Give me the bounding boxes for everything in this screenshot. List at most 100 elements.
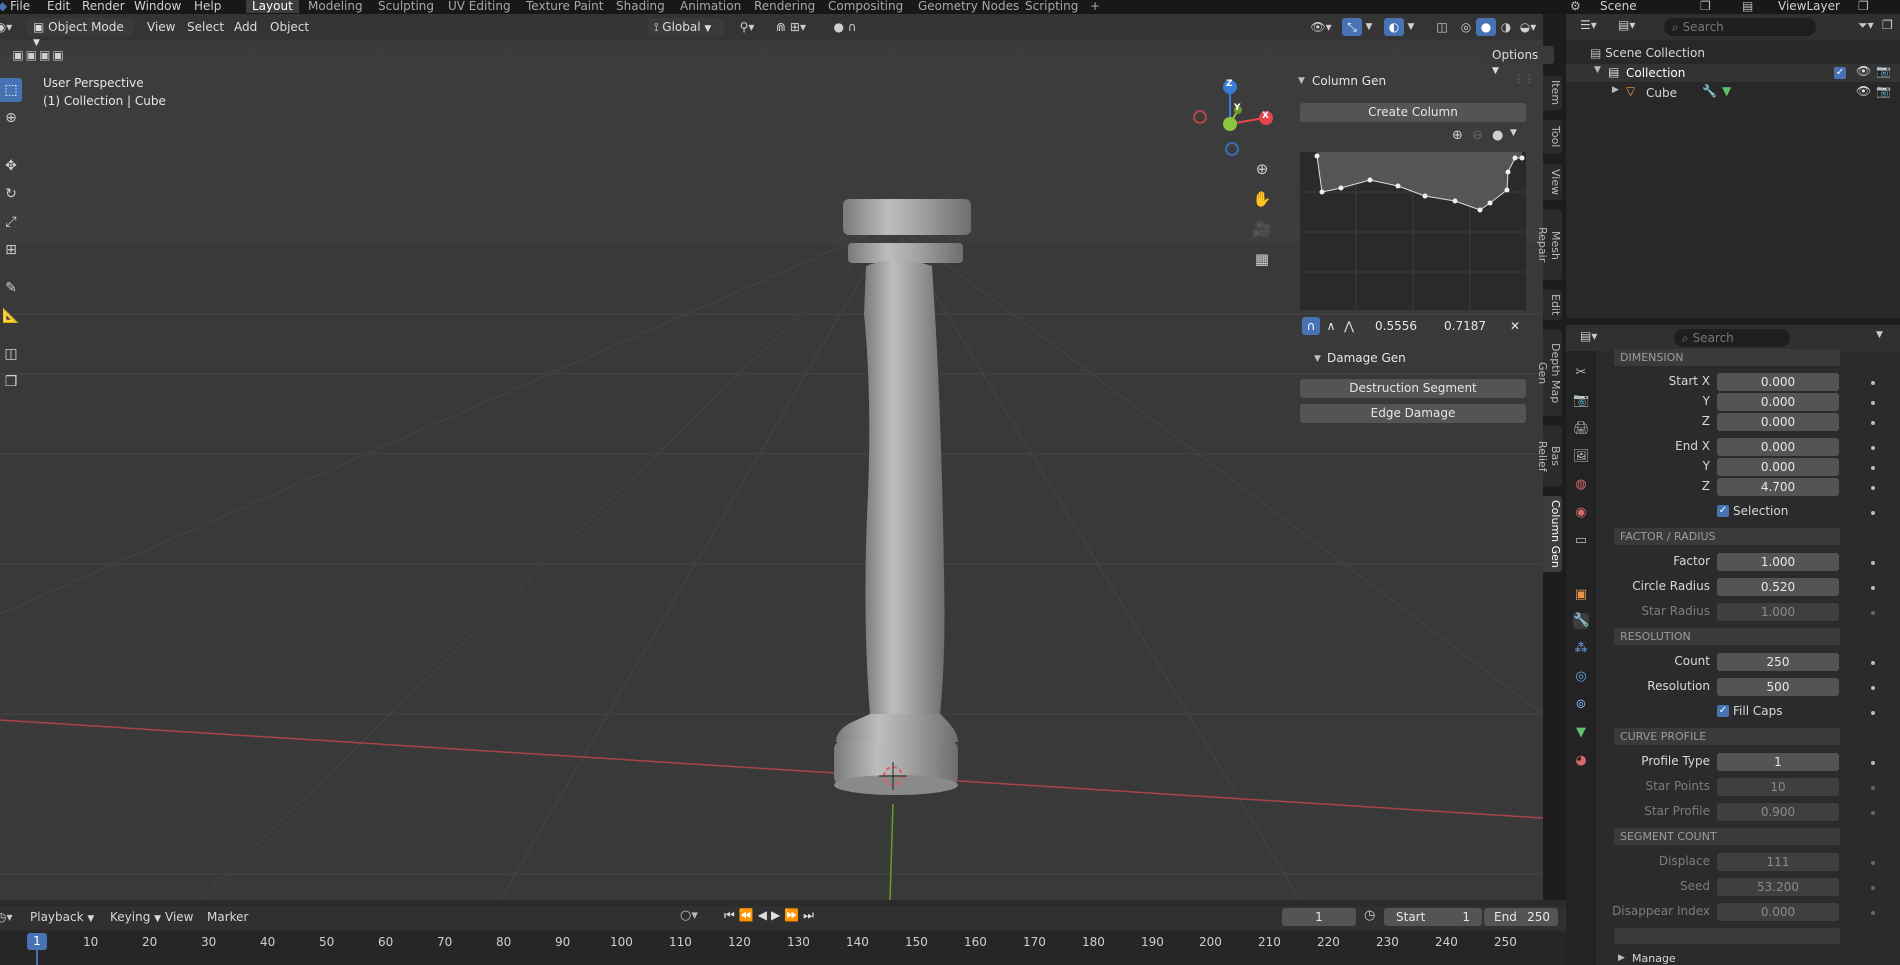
rendered-shading-icon[interactable]: ◒▾ [1516, 18, 1540, 36]
star-radius-field[interactable]: 1.000 [1717, 603, 1839, 621]
view-layer-name[interactable]: ViewLayer [1778, 0, 1840, 13]
orientation-dropdown[interactable]: ⟟ Global ▼ [648, 18, 724, 36]
scale-tool-icon[interactable]: ⤢ [0, 210, 22, 234]
rotate-tool-icon[interactable]: ↻ [0, 182, 22, 206]
new-scene-icon[interactable]: ❐ [1700, 0, 1711, 13]
tab-uv-editing[interactable]: UV Editing [448, 0, 511, 13]
playhead-frame[interactable]: 1 [27, 933, 47, 950]
exclude-checkbox-icon[interactable]: ✓ [1834, 67, 1846, 79]
menu-help[interactable]: Help [194, 0, 221, 13]
keyframe-dot-icon[interactable] [1871, 761, 1875, 765]
collapse-arrow-icon[interactable]: ▼ [1298, 76, 1305, 86]
playback-controls-icon[interactable]: ⏮⏪◀▶⏩⏭ [724, 908, 818, 923]
keyframe-dot-icon[interactable] [1871, 911, 1875, 915]
keyframe-dot-icon[interactable] [1871, 586, 1875, 590]
current-frame-field[interactable]: 1 [1282, 908, 1356, 926]
navigation-gizmo[interactable]: Z X Y [1192, 76, 1276, 160]
wireframe-shading-icon[interactable]: ◎ [1456, 18, 1476, 36]
transform-tool-icon[interactable]: ⊞ [0, 238, 22, 262]
section-segment-count[interactable]: Segment Count [1614, 828, 1840, 845]
annotate-tool-icon[interactable]: ✎ [0, 276, 22, 300]
camera-icon[interactable]: 📷 [1876, 64, 1891, 78]
display-mode-icon[interactable]: ▤▾ [1618, 18, 1635, 32]
star-profile-field[interactable]: 0.900 [1717, 803, 1839, 821]
drag-handle-icon[interactable]: ⋮⋮ [1514, 74, 1534, 85]
overlay-toggle-icon[interactable]: ◐ [1384, 18, 1404, 36]
editor-type-icon[interactable]: ◉▾ [0, 18, 14, 36]
select-box-tool-icon[interactable]: ⬚ [0, 78, 22, 102]
sidebar-tab-view[interactable]: View [1543, 164, 1562, 200]
keyframe-dot-icon[interactable] [1871, 421, 1875, 425]
modifier-wrench-icon[interactable]: 🔧 [1702, 84, 1717, 98]
end-y-field[interactable]: 0.000 [1717, 458, 1839, 476]
selection-checkbox[interactable]: ✓ [1717, 505, 1729, 517]
start-z-field[interactable]: 0.000 [1717, 413, 1839, 431]
tab-shading[interactable]: Shading [616, 0, 665, 13]
ortho-grid-icon[interactable]: ▦ [1250, 250, 1274, 280]
sidebar-tab-mesh-repair[interactable]: Mesh Repair [1536, 210, 1562, 280]
material-shading-icon[interactable]: ◑ [1496, 18, 1516, 36]
collection-properties-icon[interactable]: ▭ [1573, 533, 1589, 549]
sidebar-tab-item[interactable]: Item [1543, 76, 1562, 110]
tab-sculpting[interactable]: Sculpting [378, 0, 434, 13]
column-gen-panel-title[interactable]: Column Gen [1312, 74, 1386, 88]
visibility-icon[interactable]: 👁▾ [1306, 18, 1336, 36]
curve-profile-widget[interactable] [1300, 152, 1526, 310]
menu-window[interactable]: Window [134, 0, 181, 13]
menu-object[interactable]: Object [270, 20, 309, 34]
free-handle-icon[interactable]: ⋀ [1340, 317, 1358, 335]
start-frame-field[interactable]: Start 1 [1384, 908, 1482, 926]
circle-radius-field[interactable]: 0.520 [1717, 578, 1839, 596]
tab-layout[interactable]: Layout [246, 0, 299, 13]
world-properties-icon[interactable]: ◉ [1573, 505, 1589, 521]
star-points-field[interactable]: 10 [1717, 778, 1839, 796]
keyframe-dot-icon[interactable] [1871, 811, 1875, 815]
keyframe-dot-icon[interactable] [1871, 711, 1875, 715]
menu-marker[interactable]: Marker [207, 910, 248, 924]
sidebar-tab-tool[interactable]: Tool [1543, 120, 1562, 154]
section-dimension[interactable]: Dimension [1614, 349, 1840, 366]
selection-mode-icons[interactable]: ▣▣▣▣ [0, 46, 80, 64]
tab-scripting[interactable]: Scripting [1025, 0, 1078, 13]
tab-texture-paint[interactable]: Texture Paint [526, 0, 603, 13]
auto-handle-icon[interactable]: ∧ [1322, 317, 1340, 335]
menu-view[interactable]: View [147, 20, 175, 34]
add-cube-tool-icon[interactable]: ◫ [0, 342, 22, 366]
tab-geometry-nodes[interactable]: Geometry Nodes [918, 0, 1019, 13]
collapse-arrow-icon[interactable]: ▼ [1314, 354, 1321, 364]
chevron-down-icon[interactable]: ▼ [1876, 330, 1883, 340]
outliner-row-cube[interactable]: ▶ ▽ Cube 🔧 ▼ 👁 📷 [1566, 84, 1900, 102]
sidebar-tab-bas-relief[interactable]: Bas Relief [1536, 426, 1562, 486]
displace-field[interactable]: 111 [1717, 853, 1839, 871]
solid-shading-icon[interactable]: ● [1476, 18, 1496, 36]
outliner-search-input[interactable]: ⌕ Search [1664, 18, 1816, 36]
eye-icon[interactable]: 👁 [1856, 64, 1871, 78]
pivot-point-icon[interactable]: ⚲▾ [732, 18, 762, 36]
record-icon[interactable]: ○▾ [680, 908, 698, 923]
keyframe-dot-icon[interactable] [1871, 861, 1875, 865]
menu-keying[interactable]: Keying ▼ [110, 910, 161, 924]
manage-panel-title[interactable]: Manage [1632, 952, 1676, 965]
tab-rendering[interactable]: Rendering [754, 0, 815, 13]
vector-handle-icon[interactable]: ∩ [1302, 317, 1320, 335]
end-x-field[interactable]: 0.000 [1717, 438, 1839, 456]
move-tool-icon[interactable]: ✥ [0, 154, 22, 178]
seed-field[interactable]: 53.200 [1717, 878, 1839, 896]
scene-name[interactable]: Scene [1600, 0, 1637, 13]
tab-compositing[interactable]: Compositing [828, 0, 903, 13]
curve-options-icon[interactable]: ● [1492, 128, 1503, 143]
add-workspace-button[interactable]: + [1090, 0, 1100, 13]
profile-type-field[interactable]: 1 [1717, 753, 1839, 771]
delete-point-icon[interactable]: ✕ [1506, 317, 1524, 335]
keyframe-dot-icon[interactable] [1871, 786, 1875, 790]
curve-point-y-field[interactable]: 0.7187 [1430, 317, 1500, 335]
resolution-field[interactable]: 500 [1717, 678, 1839, 696]
new-view-layer-icon[interactable]: ❐ [1858, 0, 1869, 13]
menu-render[interactable]: Render [82, 0, 125, 13]
eye-icon[interactable]: 👁 [1856, 84, 1871, 98]
create-column-button[interactable]: Create Column [1300, 103, 1526, 122]
chevron-down-icon[interactable]: ▼ [1404, 18, 1418, 36]
keyframe-dot-icon[interactable] [1871, 401, 1875, 405]
data-properties-icon[interactable]: ▼ [1573, 725, 1589, 741]
zoom-out-icon[interactable]: ⊖ [1472, 128, 1483, 143]
